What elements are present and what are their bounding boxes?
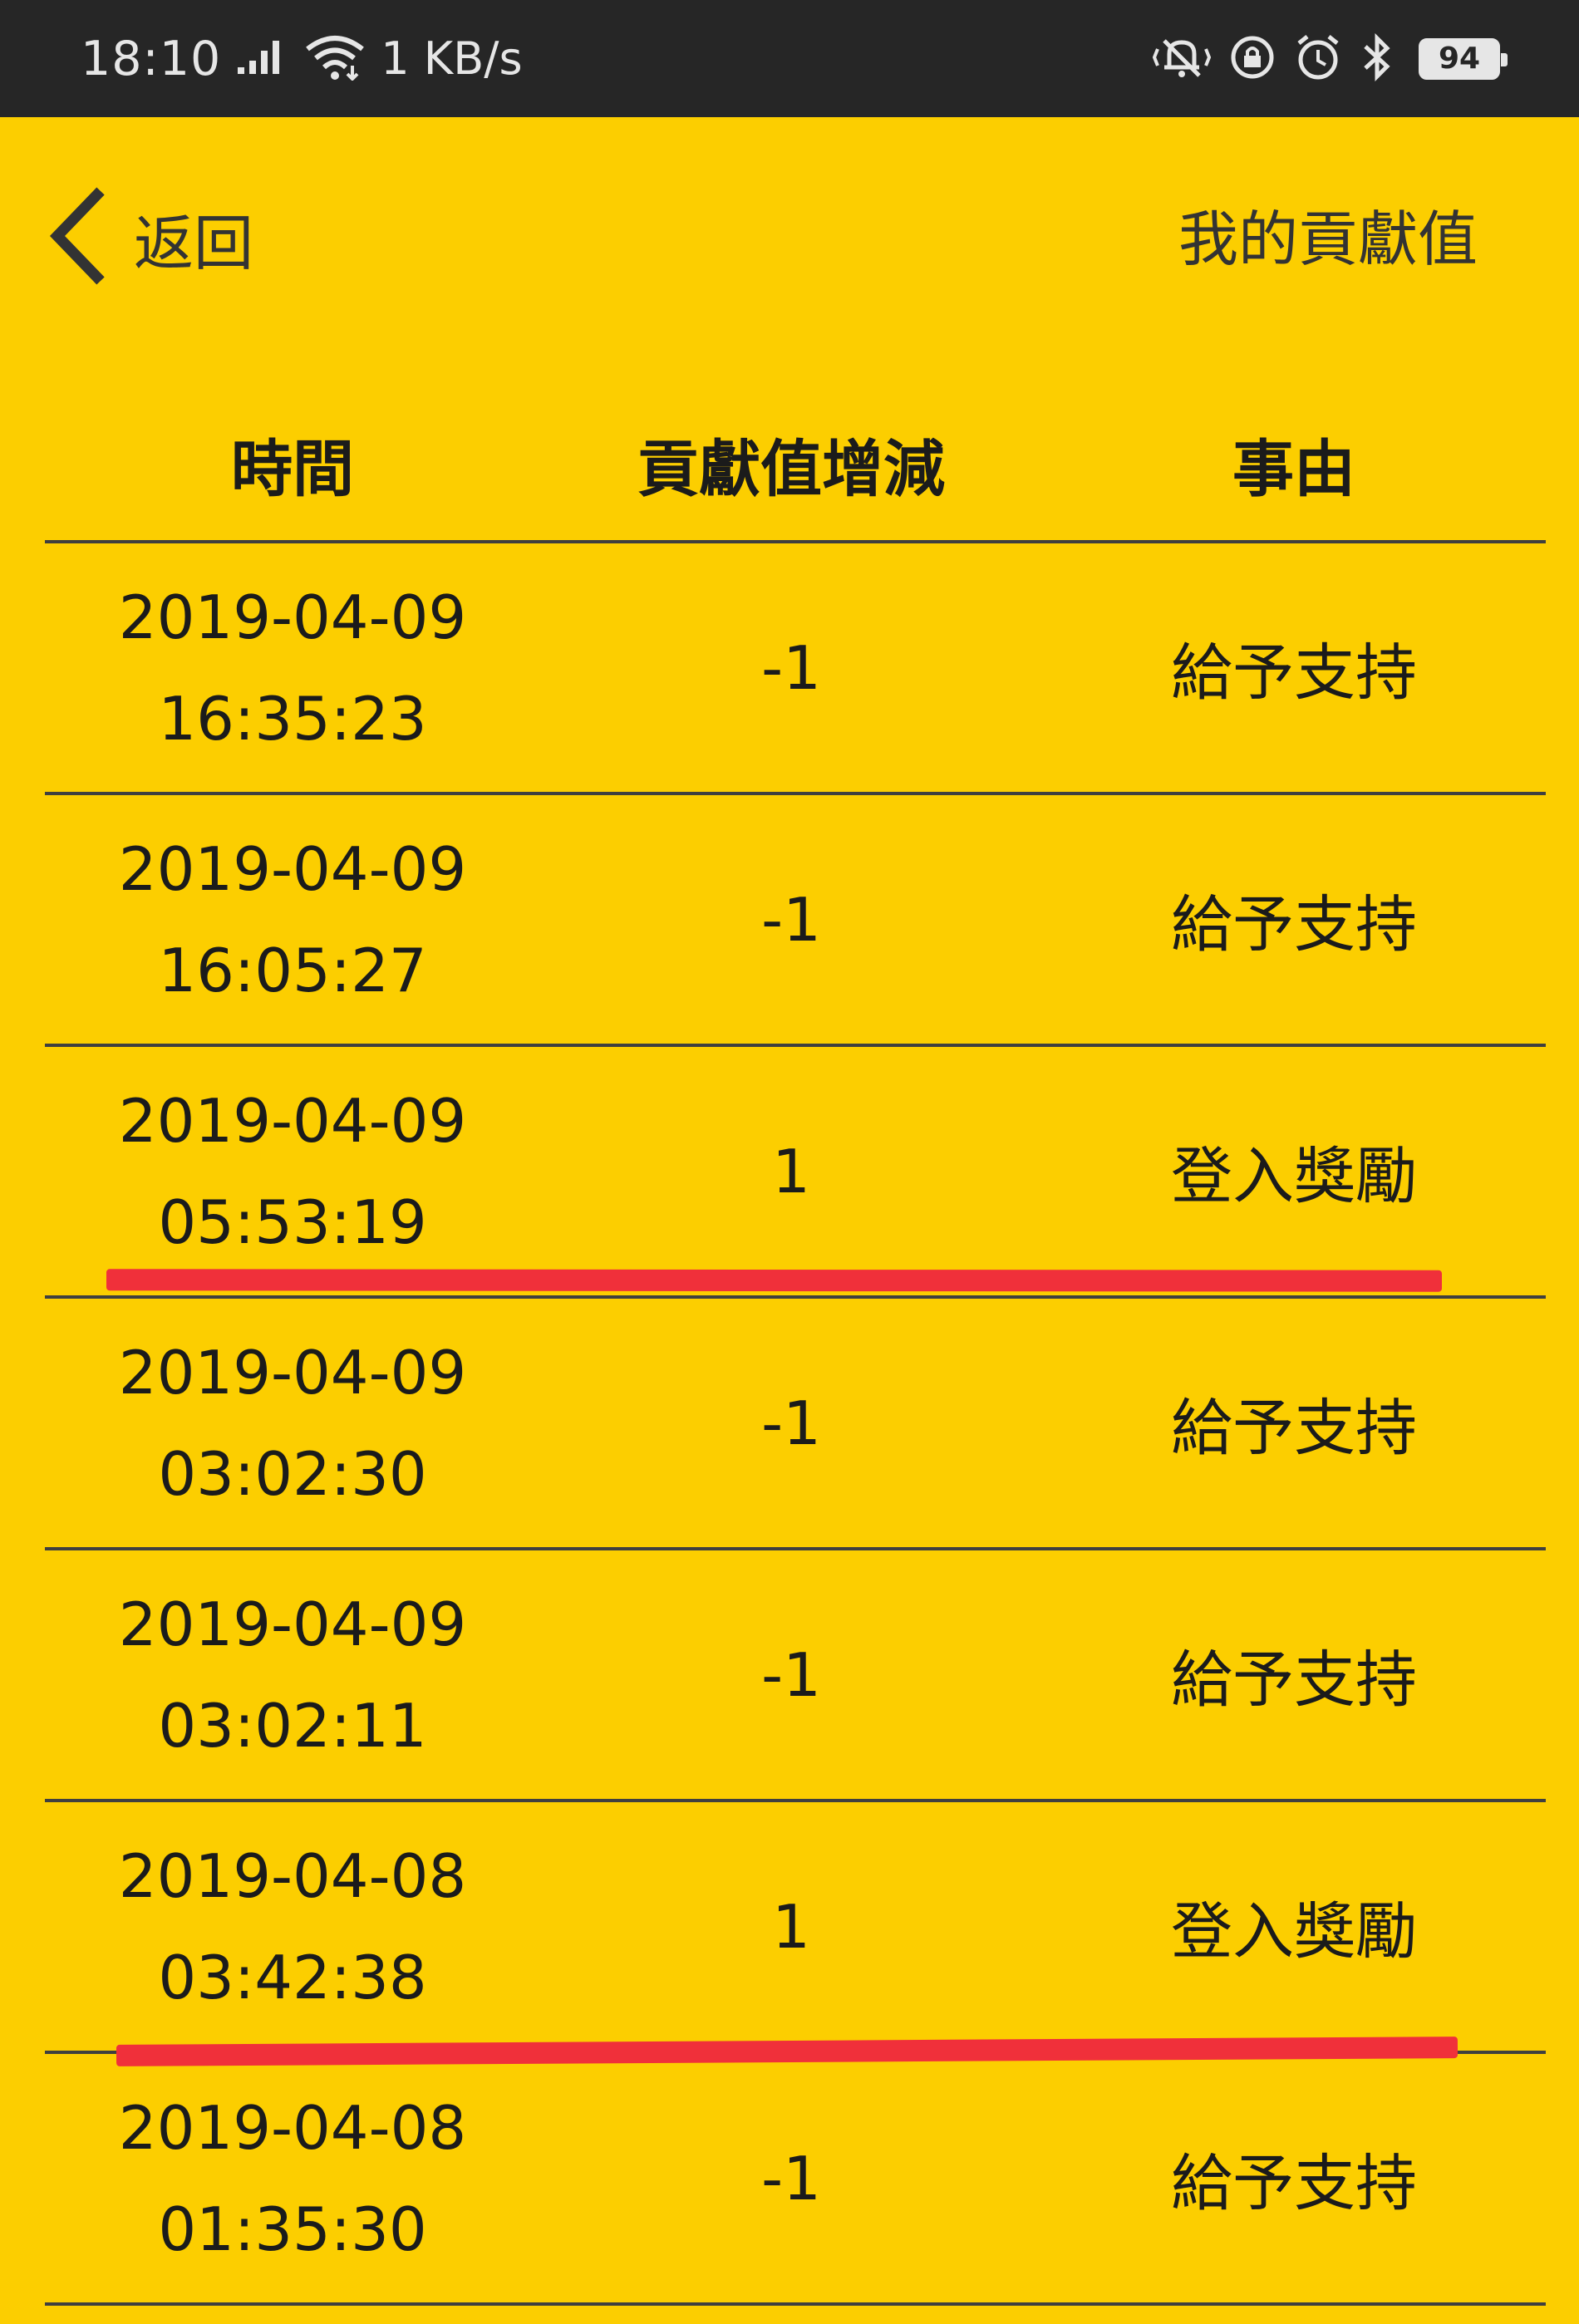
cell-clock: 16:05:27 bbox=[158, 935, 427, 1005]
cell-reason: 登入獎勵 bbox=[1171, 1896, 1417, 1968]
table-row: 2019-04-09 16:35:23 -1 給予支持 bbox=[45, 543, 1546, 795]
cell-delta: -1 bbox=[761, 1639, 821, 1710]
cell-clock: 03:02:11 bbox=[158, 1690, 427, 1761]
network-speed: 1 KB/s bbox=[381, 32, 523, 85]
wifi-icon bbox=[304, 34, 366, 84]
page-title: 我的貢獻值 bbox=[1178, 204, 1478, 274]
cell-date: 2019-04-09 bbox=[118, 1337, 467, 1408]
cell-datetime: 2019-04-09 16:05:27 bbox=[45, 818, 540, 1021]
cell-date: 2019-04-09 bbox=[118, 1085, 467, 1156]
cell-datetime: 2019-04-08 03:42:38 bbox=[45, 1825, 540, 2028]
cell-reason: 登入獎勵 bbox=[1171, 1141, 1417, 1212]
cell-datetime: 2019-04-08 01:35:30 bbox=[45, 2077, 540, 2280]
cell-reason: 給予支持 bbox=[1171, 1644, 1417, 1716]
table-row: 2019-04-09 03:02:11 -1 給予支持 bbox=[45, 1550, 1546, 1802]
cell-clock: 01:35:30 bbox=[158, 2194, 427, 2264]
cell-delta: -1 bbox=[761, 632, 821, 703]
back-button[interactable]: 返回 bbox=[46, 184, 253, 292]
table-row: 2019-04-09 16:05:27 -1 給予支持 bbox=[45, 795, 1546, 1047]
cell-delta: -1 bbox=[761, 2143, 821, 2213]
header-delta: 貢獻值增減 bbox=[637, 433, 945, 505]
cell-delta: -1 bbox=[761, 884, 821, 955]
header-reason: 事由 bbox=[1232, 433, 1355, 505]
cell-clock: 16:35:23 bbox=[158, 683, 427, 754]
cell-reason: 給予支持 bbox=[1171, 2148, 1417, 2219]
cell-reason: 給予支持 bbox=[1171, 889, 1417, 961]
cell-date: 2019-04-09 bbox=[118, 833, 467, 904]
signal-icon bbox=[236, 39, 286, 79]
table-row: 2019-04-08 01:35:30 -1 給予支持 bbox=[45, 2054, 1546, 2306]
cell-clock: 03:42:38 bbox=[158, 1942, 427, 2012]
table-row: 2019-04-09 03:02:30 -1 給予支持 bbox=[45, 1299, 1546, 1550]
cell-date: 2019-04-09 bbox=[118, 582, 467, 652]
rotation-lock-icon bbox=[1229, 34, 1276, 84]
battery-level: 94 bbox=[1438, 42, 1481, 76]
status-bar: 18:10 1 KB/s 94 bbox=[0, 0, 1579, 117]
cell-clock: 03:02:30 bbox=[158, 1438, 427, 1509]
status-bar-right: 94 bbox=[1134, 32, 1508, 85]
nav-header: 返回 我的貢獻值 bbox=[0, 117, 1579, 366]
bluetooth-icon bbox=[1360, 32, 1394, 85]
status-bar-left: 18:10 1 KB/s bbox=[81, 32, 523, 86]
red-underline-annotation bbox=[106, 1269, 1443, 1292]
cell-date: 2019-04-09 bbox=[118, 1589, 467, 1659]
contribution-table: 時間 貢獻值增減 事由 2019-04-09 16:35:23 -1 給予支持 … bbox=[45, 387, 1546, 2306]
chevron-left-icon bbox=[46, 186, 111, 289]
cell-datetime: 2019-04-09 16:35:23 bbox=[45, 567, 540, 769]
table-row: 2019-04-08 03:42:38 1 登入獎勵 bbox=[45, 1802, 1546, 2054]
table-header: 時間 貢獻值增減 事由 bbox=[45, 387, 1546, 543]
battery-icon: 94 bbox=[1419, 37, 1508, 80]
cell-datetime: 2019-04-09 05:53:19 bbox=[45, 1070, 540, 1273]
cell-date: 2019-04-08 bbox=[118, 1840, 467, 1911]
cell-reason: 給予支持 bbox=[1171, 637, 1417, 709]
alarm-icon bbox=[1294, 33, 1342, 85]
header-time: 時間 bbox=[231, 433, 354, 505]
cell-delta: 1 bbox=[772, 1891, 810, 1962]
cell-reason: 給予支持 bbox=[1171, 1393, 1417, 1464]
cell-datetime: 2019-04-09 03:02:11 bbox=[45, 1574, 540, 1776]
back-label: 返回 bbox=[134, 208, 254, 278]
vibrate-icon bbox=[1152, 34, 1212, 84]
table-row: 2019-04-09 05:53:19 1 登入獎勵 bbox=[45, 1047, 1546, 1299]
status-time: 18:10 bbox=[81, 31, 222, 86]
cell-datetime: 2019-04-09 03:02:30 bbox=[45, 1322, 540, 1525]
cell-date: 2019-04-08 bbox=[118, 2092, 467, 2163]
cell-delta: 1 bbox=[772, 1136, 810, 1206]
cell-delta: -1 bbox=[761, 1388, 821, 1458]
cell-clock: 05:53:19 bbox=[158, 1187, 427, 1257]
